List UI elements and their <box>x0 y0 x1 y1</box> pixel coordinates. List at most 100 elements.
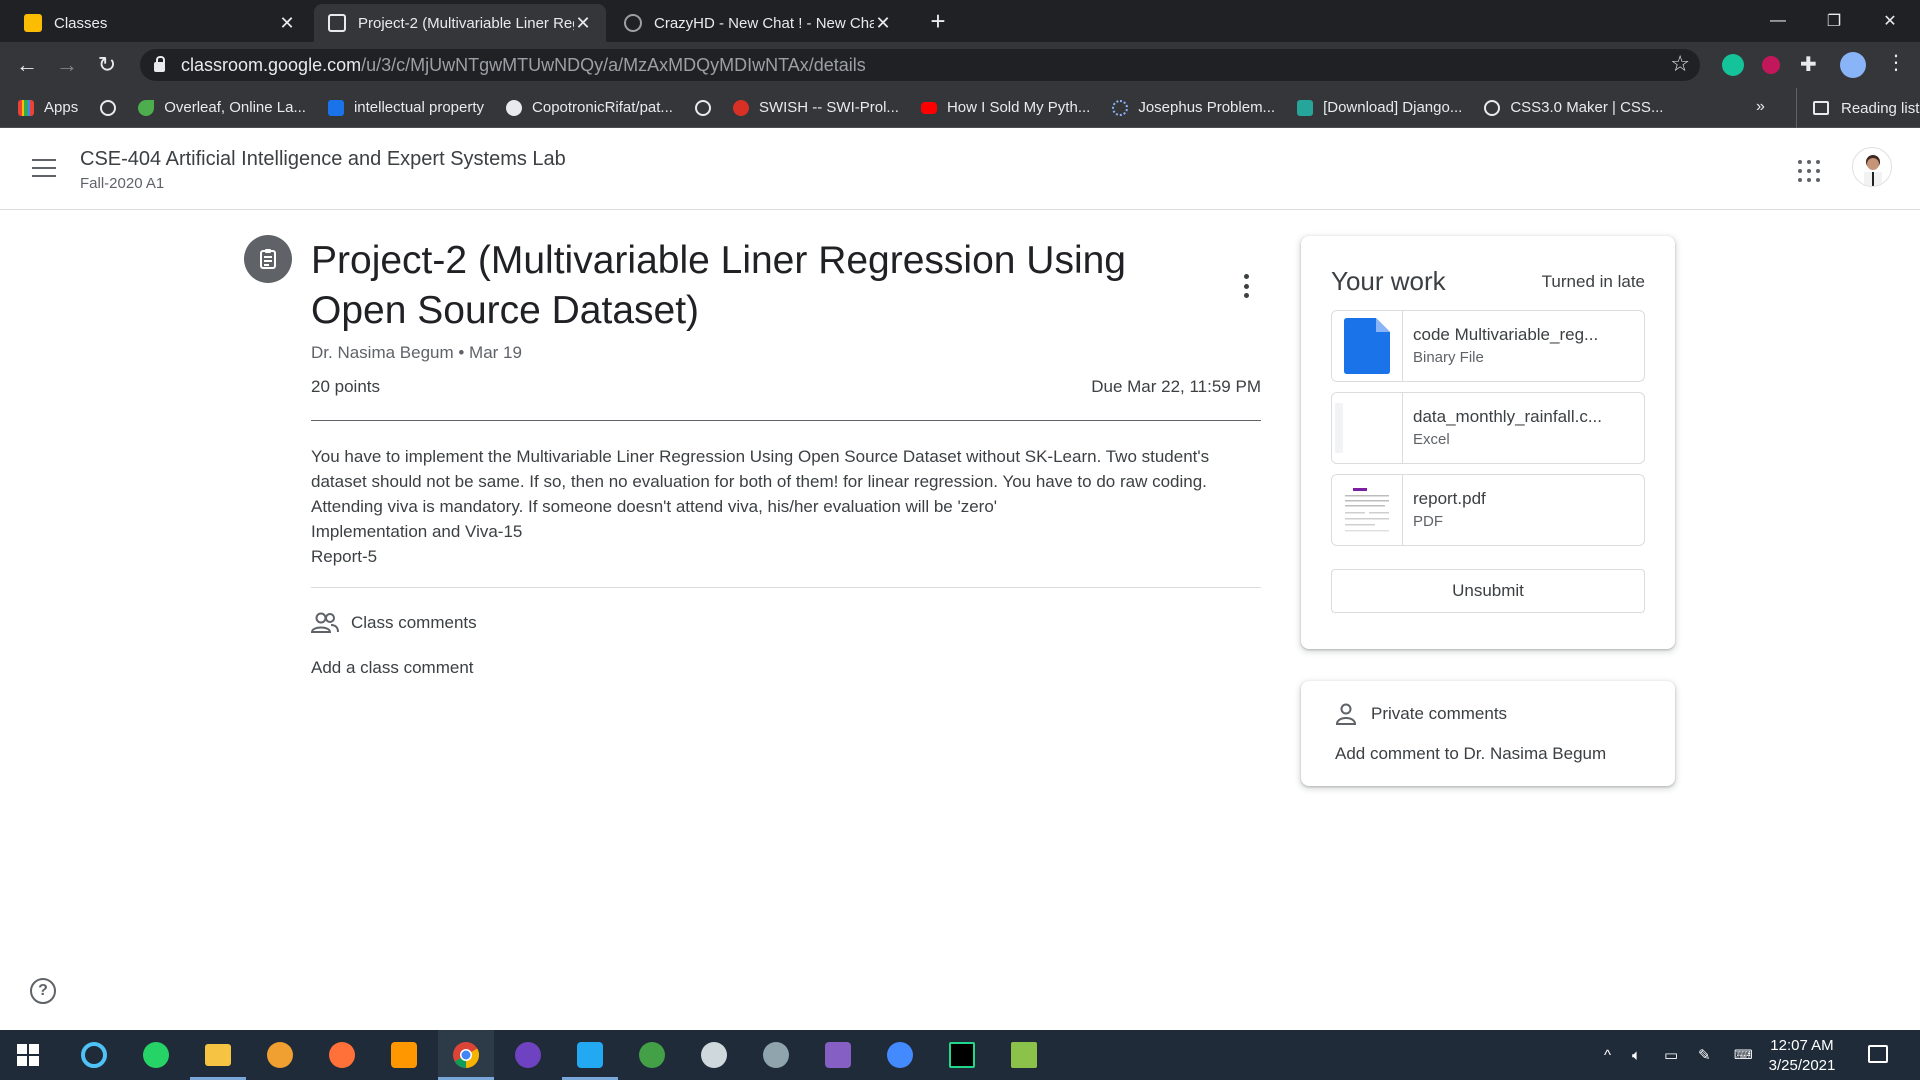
volume-icon[interactable]: 🔈︎ <box>1632 1030 1641 1080</box>
attachment-rainfall-data[interactable]: data_monthly_rainfall.c... Excel <box>1331 392 1645 464</box>
bookmark-star-icon[interactable]: ☆ <box>1670 51 1690 77</box>
tab-title: Project-2 (Multivariable Liner Reg <box>358 14 574 32</box>
bookmark-django[interactable]: [Download] Django... <box>1297 99 1462 116</box>
photo-app-icon[interactable] <box>376 1030 432 1080</box>
add-class-comment-link[interactable]: Add a class comment <box>311 658 474 678</box>
assignment-due-date: Due Mar 22, 11:59 PM <box>1091 377 1261 396</box>
keyboard-icon[interactable]: ⌨︎ <box>1734 1030 1753 1080</box>
more-options-icon[interactable] <box>1236 274 1256 298</box>
divider <box>311 420 1261 421</box>
file-icon <box>1344 318 1390 374</box>
google-apps-icon[interactable] <box>1798 160 1820 182</box>
tab-classes[interactable]: Classes ✕ <box>10 4 310 42</box>
reload-button[interactable]: ↻ <box>92 50 122 80</box>
app-icon[interactable] <box>748 1030 804 1080</box>
back-button[interactable]: ← <box>12 50 42 80</box>
puzzle-icon[interactable]: ✚ <box>1800 52 1822 76</box>
bookmarks-overflow-button[interactable]: » <box>1756 98 1765 116</box>
bookmark-label: Apps <box>44 99 79 116</box>
bookmark-github[interactable]: CopotronicRifat/pat... <box>506 99 673 116</box>
windows-taskbar: ^ 🔈︎ ▭ ✎ ⌨︎ 12:07 AM 3/25/2021 <box>0 1030 1920 1080</box>
tab-title: Classes <box>54 14 108 32</box>
network-icon[interactable]: ▭ <box>1664 1030 1678 1080</box>
assignment-title: Project-2 (Multivariable Liner Regressio… <box>311 239 1127 332</box>
people-icon <box>311 612 339 633</box>
notification-center-icon[interactable] <box>1868 1045 1888 1063</box>
bookmark-josephus[interactable]: Josephus Problem... <box>1112 99 1275 116</box>
github-desktop-icon[interactable] <box>500 1030 556 1080</box>
django-icon <box>1297 99 1314 116</box>
vscode-icon[interactable] <box>562 1030 618 1080</box>
grammarly-extension-icon[interactable] <box>1722 54 1744 76</box>
forward-button[interactable]: → <box>52 50 82 80</box>
unsubmit-button[interactable]: Unsubmit <box>1331 569 1645 613</box>
bookmark-css3-maker[interactable]: CSS3.0 Maker | CSS... <box>1484 99 1663 116</box>
profile-avatar[interactable] <box>1840 52 1866 78</box>
account-avatar[interactable] <box>1852 147 1892 187</box>
bookmark-globe-2[interactable] <box>694 99 711 116</box>
umbrella-app-icon[interactable] <box>686 1030 742 1080</box>
help-icon[interactable]: ? <box>30 978 56 1004</box>
reading-list-button[interactable]: Reading list <box>1796 88 1919 128</box>
file-thumbnail <box>1332 311 1403 381</box>
person-icon <box>1335 703 1357 725</box>
chrome-icon[interactable] <box>438 1030 494 1080</box>
main-menu-icon[interactable] <box>32 159 56 177</box>
class-comments-header: Class comments <box>311 612 477 634</box>
reading-list-label: Reading list <box>1841 99 1920 117</box>
lock-icon <box>154 56 165 72</box>
tab-crazyhd[interactable]: CrazyHD - New Chat ! - New Cha ✕ <box>610 4 906 42</box>
whatsapp-icon[interactable] <box>128 1030 184 1080</box>
messenger-icon[interactable] <box>872 1030 928 1080</box>
extension-icon[interactable] <box>1762 56 1780 74</box>
tab-project-2[interactable]: Project-2 (Multivariable Liner Reg ✕ <box>314 4 606 42</box>
address-bar[interactable]: classroom.google.com/u/3/c/MjUwNTgwMTUwN… <box>140 49 1700 81</box>
search-icon[interactable] <box>66 1030 122 1080</box>
pycharm-icon[interactable] <box>934 1030 990 1080</box>
bookmark-apps[interactable]: Apps <box>18 99 78 116</box>
private-comments-card: Private comments Add comment to Dr. Nasi… <box>1301 681 1675 786</box>
bookmark-label: CopotronicRifat/pat... <box>532 99 673 116</box>
maps-app-icon[interactable] <box>624 1030 680 1080</box>
bookmarks-bar: Apps Overleaf, Online La... intellectual… <box>0 88 1920 128</box>
globe-icon <box>1484 99 1501 116</box>
close-icon[interactable]: ✕ <box>874 13 892 34</box>
assignment-icon <box>244 235 292 283</box>
attachment-code[interactable]: code Multivariable_reg... Binary File <box>1331 310 1645 382</box>
bookmark-youtube[interactable]: How I Sold My Pyth... <box>920 99 1090 116</box>
bookmark-overleaf[interactable]: Overleaf, Online La... <box>138 99 306 116</box>
tray-chevron-icon[interactable]: ^ <box>1604 1030 1611 1080</box>
file-thumbnail <box>1332 475 1403 545</box>
minimize-button[interactable]: — <box>1750 0 1806 42</box>
bookmark-swish[interactable]: SWISH -- SWI-Prol... <box>732 99 899 116</box>
attachment-name: report.pdf <box>1413 489 1486 508</box>
add-private-comment-link[interactable]: Add comment to Dr. Nasima Begum <box>1335 744 1606 764</box>
bookmark-globe[interactable] <box>100 99 117 116</box>
attachment-type: Binary File <box>1413 349 1484 366</box>
system-clock[interactable]: 12:07 AM 3/25/2021 <box>1762 1036 1842 1076</box>
submission-status: Turned in late <box>1541 272 1645 291</box>
attachment-report[interactable]: report.pdf PDF <box>1331 474 1645 546</box>
private-comments-header: Private comments <box>1335 703 1507 725</box>
bookmark-intellectual-property[interactable]: intellectual property <box>327 99 484 116</box>
notepad-icon[interactable] <box>996 1030 1052 1080</box>
restore-button[interactable]: ❐ <box>1806 0 1862 42</box>
file-thumbnail <box>1332 393 1403 463</box>
course-title[interactable]: CSE-404 Artificial Intelligence and Expe… <box>80 148 566 171</box>
pen-icon[interactable]: ✎ <box>1698 1030 1711 1080</box>
new-tab-button[interactable]: + <box>922 6 954 38</box>
windows-start-icon[interactable] <box>0 1030 56 1080</box>
pdf-preview-icon <box>1345 488 1389 532</box>
file-explorer-icon[interactable] <box>190 1030 246 1080</box>
scribd-icon <box>327 99 344 116</box>
chrome-menu-icon[interactable]: ⋮ <box>1886 50 1906 74</box>
brave-icon[interactable] <box>252 1030 308 1080</box>
url-path: /u/3/c/MjUwNTgwMTUwNDQy/a/MzAxMDQyMDIwNT… <box>361 54 866 75</box>
close-icon[interactable]: ✕ <box>574 13 592 34</box>
visual-studio-icon[interactable] <box>810 1030 866 1080</box>
window-close-button[interactable]: ✕ <box>1862 0 1918 42</box>
globe-icon <box>624 14 642 32</box>
firefox-icon[interactable] <box>314 1030 370 1080</box>
attachment-type: PDF <box>1413 513 1443 530</box>
close-icon[interactable]: ✕ <box>278 13 296 34</box>
